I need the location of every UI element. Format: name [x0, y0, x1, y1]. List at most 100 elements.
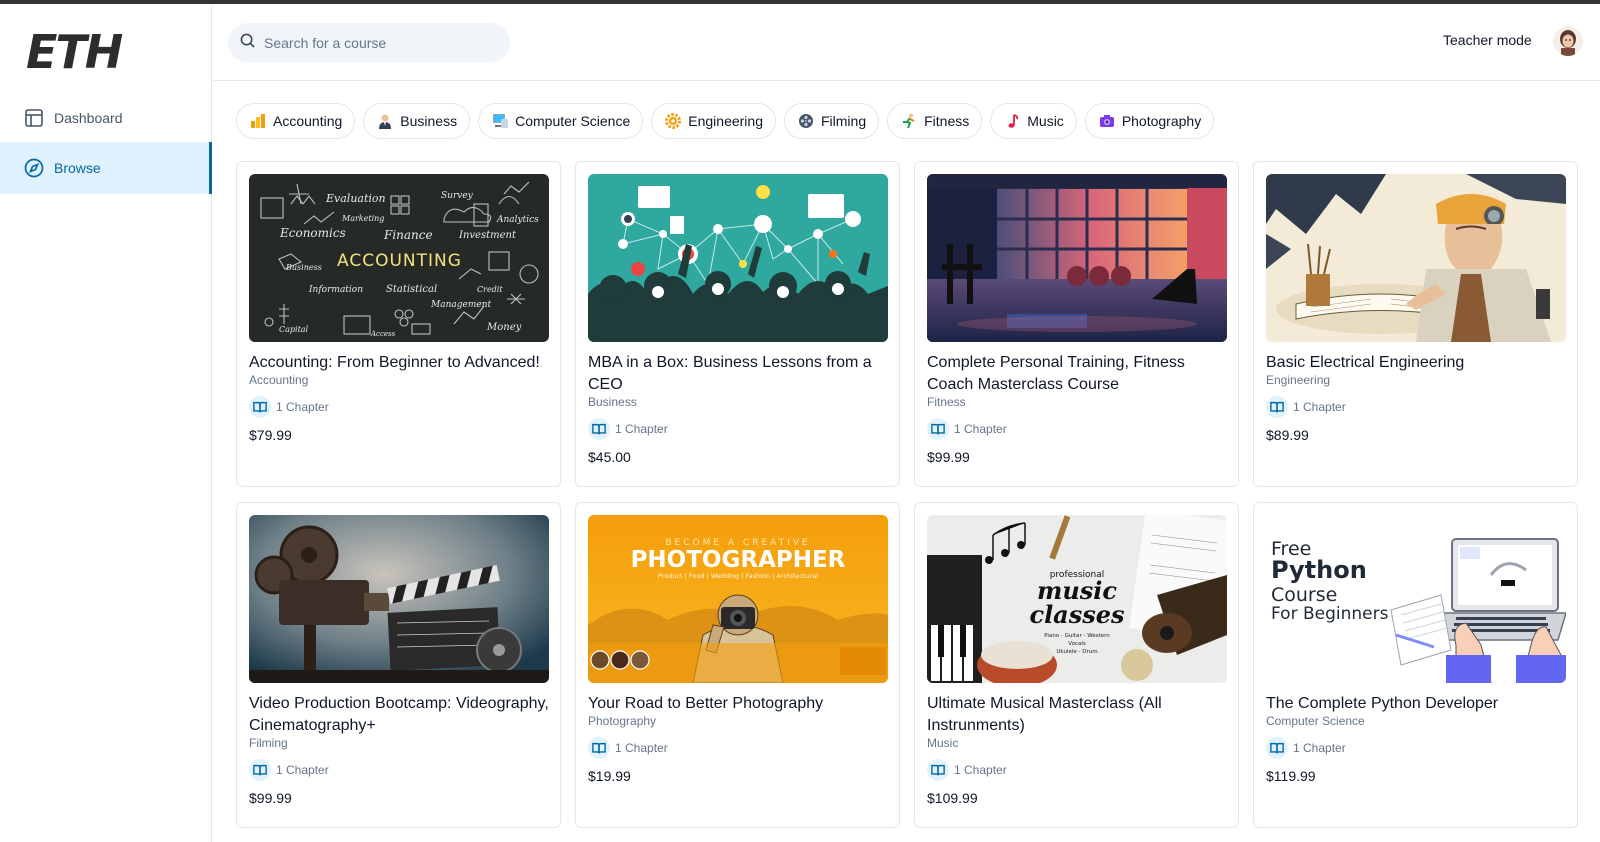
- course-thumbnail: Free Python Course For Beginners: [1266, 515, 1566, 683]
- category-label: Computer Science: [515, 113, 631, 129]
- sidebar-item-label: Dashboard: [54, 110, 123, 126]
- chapter-count: 1 Chapter: [615, 741, 668, 755]
- book-open-icon: [927, 759, 949, 781]
- computer-icon: [491, 112, 509, 130]
- chapter-count: 1 Chapter: [1293, 741, 1346, 755]
- category-music[interactable]: Music: [990, 103, 1077, 139]
- svg-text:Analytics: Analytics: [496, 215, 539, 225]
- category-computer-science[interactable]: Computer Science: [478, 103, 644, 139]
- svg-text:Marketing: Marketing: [341, 214, 384, 223]
- course-thumbnail: [927, 174, 1227, 342]
- course-card[interactable]: professional music classes Piano - Guita…: [914, 502, 1239, 828]
- course-title[interactable]: MBA in a Box: Business Lessons from a CE…: [588, 352, 888, 396]
- course-title[interactable]: Video Production Bootcamp: Videography, …: [249, 693, 549, 737]
- book-open-icon: [249, 759, 271, 781]
- chapter-count: 1 Chapter: [1293, 400, 1346, 414]
- course-thumbnail: [1266, 174, 1566, 342]
- search-input[interactable]: [264, 34, 494, 51]
- course-chapters: 1 Chapter: [588, 737, 668, 759]
- gear-icon: [664, 112, 682, 130]
- course-category: Accounting: [249, 373, 309, 387]
- course-category: Fitness: [927, 395, 966, 409]
- camera-icon: [1098, 112, 1116, 130]
- course-chapters: 1 Chapter: [1266, 396, 1346, 418]
- category-label: Music: [1027, 113, 1064, 129]
- course-thumbnail: Evaluation Survey Marketing Analytics Ec…: [249, 174, 549, 342]
- svg-text:Money: Money: [486, 322, 522, 333]
- teacher-mode-button[interactable]: Teacher mode: [1443, 32, 1532, 48]
- sidebar-item-label: Browse: [54, 160, 101, 176]
- chapter-count: 1 Chapter: [954, 422, 1007, 436]
- svg-text:Piano - Guitar - Western: Piano - Guitar - Western: [1044, 633, 1110, 639]
- course-category: Filming: [249, 736, 288, 750]
- eth-logo[interactable]: ETH: [26, 25, 144, 79]
- course-card[interactable]: Evaluation Survey Marketing Analytics Ec…: [236, 161, 561, 487]
- course-title[interactable]: Basic Electrical Engineering: [1266, 352, 1566, 374]
- course-price: $79.99: [249, 427, 292, 443]
- course-price: $19.99: [588, 768, 631, 784]
- course-chapters: 1 Chapter: [588, 418, 668, 440]
- chapter-count: 1 Chapter: [276, 400, 329, 414]
- category-accounting[interactable]: Accounting: [236, 103, 356, 139]
- svg-text:Ukulele - Drum: Ukulele - Drum: [1056, 649, 1097, 655]
- course-price: $89.99: [1266, 427, 1309, 443]
- svg-text:ACCOUNTING: ACCOUNTING: [337, 251, 462, 271]
- course-thumbnail: [249, 515, 549, 683]
- avatar[interactable]: [1553, 26, 1583, 56]
- category-business[interactable]: Business: [363, 103, 471, 139]
- course-category: Music: [927, 736, 959, 750]
- svg-text:PHOTOGRAPHER: PHOTOGRAPHER: [631, 547, 846, 573]
- book-open-icon: [1266, 396, 1288, 418]
- category-photography[interactable]: Photography: [1084, 103, 1215, 139]
- course-card[interactable]: Video Production Bootcamp: Videography, …: [236, 502, 561, 828]
- course-card[interactable]: Basic Electrical Engineering Engineering…: [1253, 161, 1578, 487]
- course-card[interactable]: BECOME A CREATIVE PHOTOGRAPHER Product |…: [575, 502, 900, 828]
- book-open-icon: [927, 418, 949, 440]
- course-title[interactable]: The Complete Python Developer: [1266, 693, 1566, 715]
- category-engineering[interactable]: Engineering: [651, 103, 776, 139]
- svg-text:Evaluation: Evaluation: [325, 192, 386, 205]
- svg-text:Information: Information: [308, 285, 363, 295]
- course-price: $119.99: [1266, 768, 1316, 784]
- svg-text:Management: Management: [430, 300, 491, 310]
- course-category: Computer Science: [1266, 714, 1365, 728]
- chapter-count: 1 Chapter: [954, 763, 1007, 777]
- category-filming[interactable]: Filming: [784, 103, 880, 139]
- svg-text:Survey: Survey: [441, 191, 474, 201]
- svg-text:Product | Food | Wedding | Fas: Product | Food | Wedding | Fashion | Arc…: [658, 572, 818, 580]
- sidebar-item-dashboard[interactable]: Dashboard: [0, 92, 212, 144]
- course-title[interactable]: Accounting: From Beginner to Advanced!: [249, 352, 549, 374]
- svg-text:classes: classes: [1029, 600, 1125, 629]
- course-title[interactable]: Ultimate Musical Masterclass (All Instru…: [927, 693, 1227, 737]
- runner-icon: [900, 112, 918, 130]
- category-label: Filming: [821, 113, 867, 129]
- svg-text:Finance: Finance: [383, 228, 433, 242]
- search-bar[interactable]: [228, 23, 510, 62]
- course-price: $99.99: [927, 449, 970, 465]
- book-open-icon: [1266, 737, 1288, 759]
- category-label: Photography: [1121, 113, 1202, 129]
- category-label: Fitness: [924, 113, 970, 129]
- svg-text:Vocals: Vocals: [1068, 641, 1086, 647]
- course-title[interactable]: Your Road to Better Photography: [588, 693, 888, 715]
- course-price: $99.99: [249, 790, 292, 806]
- music-note-icon: [1003, 112, 1021, 130]
- top-header: Teacher mode: [213, 4, 1600, 81]
- category-fitness[interactable]: Fitness: [887, 103, 983, 139]
- layout-icon: [24, 108, 44, 128]
- book-open-icon: [249, 396, 271, 418]
- svg-text:Business: Business: [285, 263, 322, 272]
- sidebar-item-browse[interactable]: Browse: [0, 142, 212, 194]
- course-card[interactable]: Complete Personal Training, Fitness Coac…: [914, 161, 1239, 487]
- sidebar: ETH Dashboard Browse: [0, 4, 212, 842]
- svg-text:Python: Python: [1271, 556, 1367, 584]
- svg-text:Credit: Credit: [477, 285, 503, 294]
- course-card[interactable]: Free Python Course For Beginners The Com…: [1253, 502, 1578, 828]
- course-card[interactable]: MBA in a Box: Business Lessons from a CE…: [575, 161, 900, 487]
- svg-text:For Beginners: For Beginners: [1271, 604, 1389, 624]
- svg-text:Access: Access: [370, 330, 396, 338]
- course-title[interactable]: Complete Personal Training, Fitness Coac…: [927, 352, 1227, 396]
- course-category: Photography: [588, 714, 657, 728]
- chapter-count: 1 Chapter: [615, 422, 668, 436]
- course-thumbnail: professional music classes Piano - Guita…: [927, 515, 1227, 683]
